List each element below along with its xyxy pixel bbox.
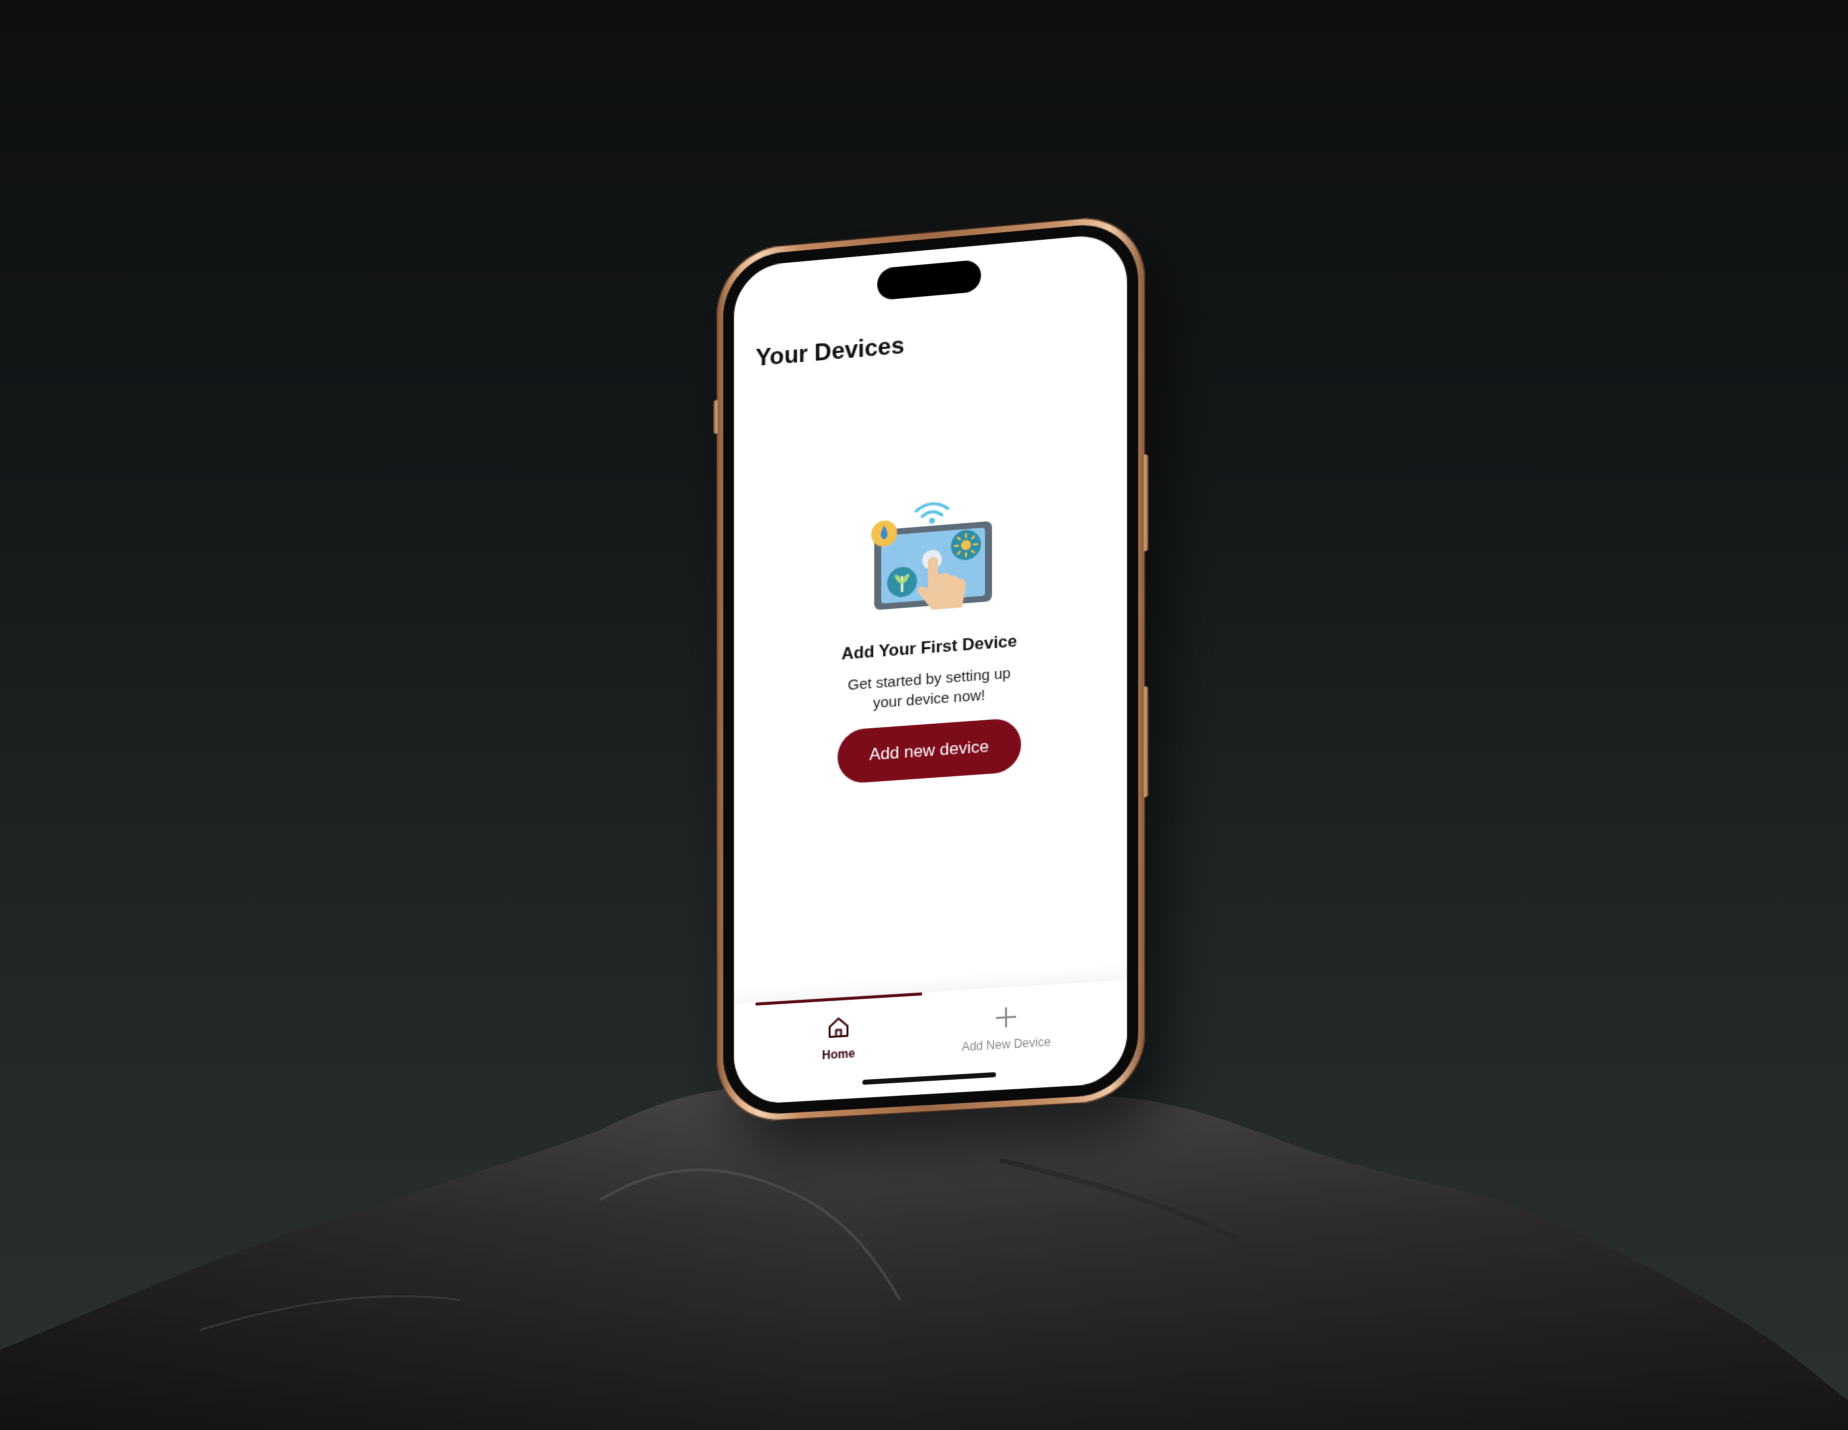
- dynamic-island: [877, 259, 981, 301]
- tab-home[interactable]: Home: [755, 992, 923, 1082]
- tab-add-new-device[interactable]: Add New Device: [922, 982, 1091, 1072]
- phone-action-button: [713, 399, 720, 435]
- home-icon: [825, 1013, 853, 1043]
- app-screen: Your Devices Add Your First Device Get s…: [733, 232, 1128, 1106]
- phone-power-button: [1142, 454, 1149, 552]
- active-tab-indicator: [755, 992, 923, 1006]
- page-title: Your Devices: [755, 332, 905, 372]
- wifi-icon: [920, 510, 943, 519]
- add-new-device-button[interactable]: Add new device: [837, 717, 1022, 785]
- plus-icon: [992, 1002, 1020, 1032]
- mockup-scene: Your Devices Add Your First Device Get s…: [0, 0, 1848, 1430]
- phone-mockup: Your Devices Add Your First Device Get s…: [713, 212, 1149, 1125]
- phone-camera-button: [1142, 686, 1149, 798]
- device-tablet-illustration: [871, 502, 993, 611]
- tab-home-label: Home: [822, 1046, 856, 1063]
- tab-add-new-device-label: Add New Device: [961, 1034, 1051, 1055]
